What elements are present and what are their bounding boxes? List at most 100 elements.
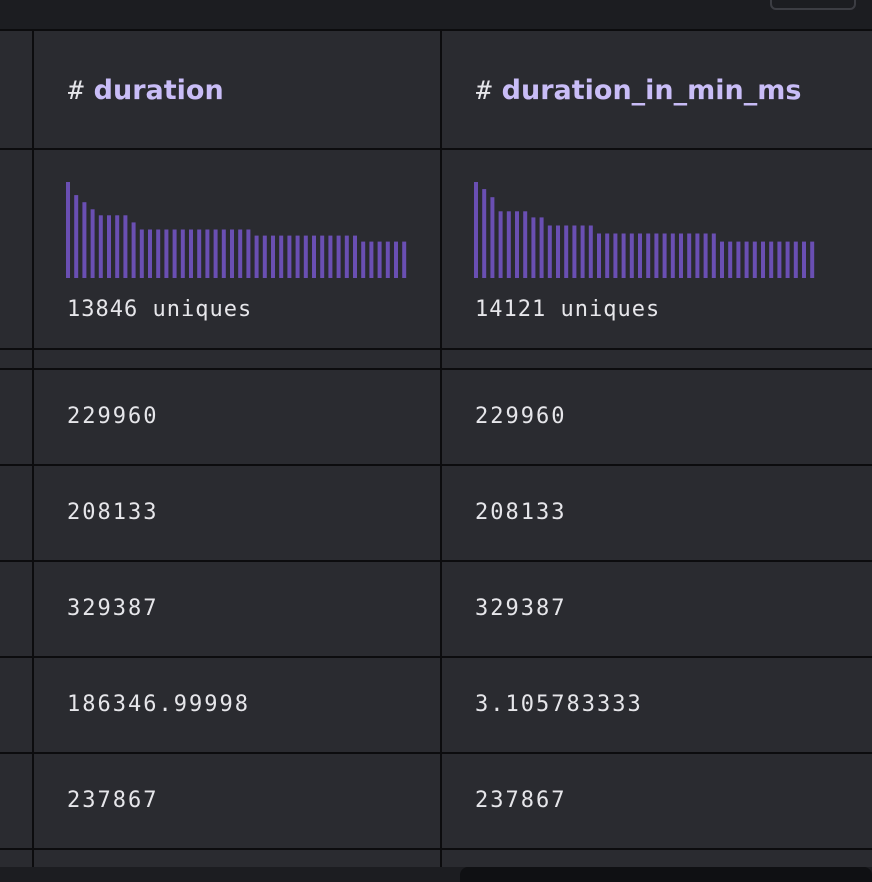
histogram-bar[interactable]	[482, 189, 487, 278]
histogram-bar[interactable]	[523, 211, 528, 278]
histogram-bar[interactable]	[82, 202, 87, 278]
histogram-bar[interactable]	[156, 229, 161, 279]
table-cell[interactable]: 3.105783333	[475, 690, 643, 720]
histogram-bar[interactable]	[728, 241, 733, 278]
histogram-bar[interactable]	[580, 225, 585, 279]
histogram-bar[interactable]	[271, 235, 275, 278]
histogram-bar[interactable]	[361, 241, 366, 278]
histogram-bar[interactable]	[662, 233, 667, 279]
histogram-bar[interactable]	[180, 229, 185, 279]
histogram-bar[interactable]	[385, 241, 390, 278]
histogram-bar[interactable]	[613, 233, 618, 279]
histogram-bar[interactable]	[312, 235, 316, 278]
histogram-bar[interactable]	[353, 235, 357, 278]
histogram-bar[interactable]	[695, 233, 700, 279]
histogram-bar[interactable]	[139, 229, 144, 279]
histogram-bar[interactable]	[556, 225, 560, 279]
data-grid: # duration # duration_in_min_ms 13846 un…	[0, 29, 872, 867]
histogram-bar[interactable]	[320, 235, 325, 278]
histogram-bar[interactable]	[687, 233, 692, 279]
table-cell[interactable]: 237867	[67, 786, 158, 816]
histogram-bar[interactable]	[303, 235, 308, 278]
histogram-bar[interactable]	[238, 229, 243, 279]
histogram-bar[interactable]	[221, 229, 226, 279]
histogram-bar[interactable]	[679, 233, 683, 279]
histogram-bar[interactable]	[810, 241, 815, 278]
histogram-bar[interactable]	[279, 235, 284, 278]
histogram-bar[interactable]	[793, 241, 798, 278]
histogram-bar[interactable]	[769, 241, 774, 278]
table-cell[interactable]: 208133	[475, 498, 566, 528]
histogram-bar[interactable]	[295, 235, 300, 278]
histogram-bar[interactable]	[205, 229, 210, 279]
histogram-bar[interactable]	[490, 197, 495, 278]
histogram-bar[interactable]	[752, 241, 757, 278]
histogram-bar[interactable]	[230, 229, 234, 279]
histogram-bar[interactable]	[262, 235, 267, 278]
histogram-bar[interactable]	[744, 241, 749, 278]
histogram-bar[interactable]	[189, 229, 193, 279]
histogram-bar[interactable]	[131, 222, 136, 278]
histogram-bar[interactable]	[539, 217, 544, 278]
histogram-bar[interactable]	[572, 225, 577, 279]
histogram-bar[interactable]	[474, 182, 478, 278]
table-cell[interactable]: 186346.99998	[67, 690, 250, 720]
histogram-bar[interactable]	[98, 215, 103, 278]
histogram-duration[interactable]	[66, 178, 426, 278]
histogram-bar[interactable]	[164, 229, 169, 279]
histogram-bar[interactable]	[344, 235, 349, 278]
histogram-bar[interactable]	[654, 233, 659, 279]
histogram-bar[interactable]	[402, 241, 407, 278]
histogram-bar[interactable]	[547, 225, 552, 279]
histogram-bar[interactable]	[66, 182, 70, 278]
table-cell[interactable]: 237867	[475, 786, 566, 816]
histogram-bar[interactable]	[761, 241, 765, 278]
histogram-bar[interactable]	[123, 215, 128, 278]
histogram-bar[interactable]	[328, 235, 333, 278]
histogram-bar[interactable]	[213, 229, 218, 279]
histogram-bar[interactable]	[777, 241, 782, 278]
histogram-bar[interactable]	[115, 215, 120, 278]
histogram-bar[interactable]	[629, 233, 634, 279]
histogram-bar[interactable]	[172, 229, 177, 279]
toolbar-button[interactable]	[770, 0, 856, 10]
histogram-bar[interactable]	[564, 225, 569, 279]
histogram-bar[interactable]	[246, 229, 251, 279]
histogram-bar[interactable]	[588, 225, 593, 279]
histogram-duration-in-min-ms[interactable]	[474, 178, 834, 278]
histogram-bar[interactable]	[736, 241, 741, 278]
histogram-bar[interactable]	[369, 241, 374, 278]
histogram-bar[interactable]	[670, 233, 675, 279]
table-cell[interactable]: 229960	[67, 402, 158, 432]
histogram-bar[interactable]	[107, 215, 111, 278]
histogram-bar[interactable]	[148, 229, 152, 279]
histogram-bar[interactable]	[638, 233, 642, 279]
histogram-bar[interactable]	[336, 235, 341, 278]
table-cell[interactable]: 229960	[475, 402, 566, 432]
histogram-bar[interactable]	[254, 235, 259, 278]
histogram-bar[interactable]	[605, 233, 610, 279]
histogram-bar[interactable]	[720, 241, 724, 278]
table-cell[interactable]: 208133	[67, 498, 158, 528]
histogram-bar[interactable]	[74, 195, 79, 278]
histogram-bar[interactable]	[394, 241, 398, 278]
histogram-bar[interactable]	[197, 229, 202, 279]
histogram-bar[interactable]	[506, 211, 511, 278]
histogram-bar[interactable]	[515, 211, 519, 278]
histogram-bar[interactable]	[711, 233, 716, 279]
histogram-bar[interactable]	[377, 241, 382, 278]
histogram-bar[interactable]	[287, 235, 292, 278]
histogram-bar[interactable]	[597, 233, 601, 279]
histogram-bar[interactable]	[802, 241, 806, 278]
histogram-bar[interactable]	[703, 233, 708, 279]
table-cell[interactable]: 329387	[475, 594, 566, 624]
histogram-bar[interactable]	[498, 211, 503, 278]
histogram-bar[interactable]	[621, 233, 626, 279]
histogram-bar[interactable]	[785, 241, 790, 278]
column-header-duration-in-min-ms[interactable]: # duration_in_min_ms	[476, 75, 801, 107]
column-header-duration[interactable]: # duration	[68, 75, 224, 107]
table-cell[interactable]: 329387	[67, 594, 158, 624]
histogram-bar[interactable]	[531, 217, 536, 278]
histogram-bar[interactable]	[90, 209, 95, 278]
histogram-bar[interactable]	[646, 233, 651, 279]
